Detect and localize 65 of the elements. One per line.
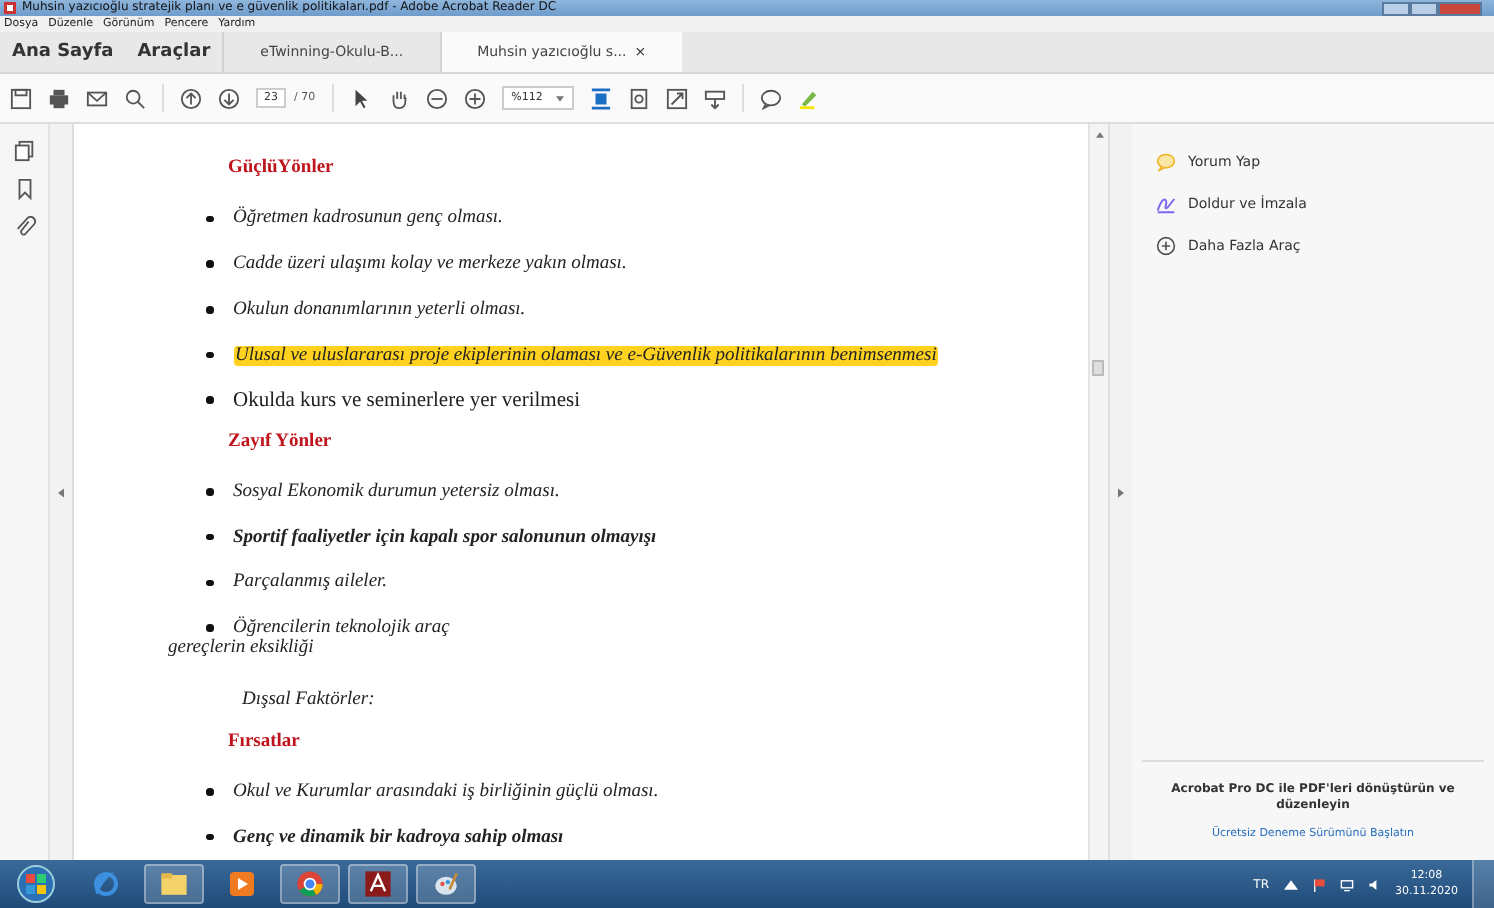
mail-icon[interactable] (86, 87, 108, 109)
comment-icon[interactable] (760, 87, 783, 109)
full-screen-icon[interactable] (666, 87, 689, 109)
minimize-button[interactable] (1382, 1, 1410, 15)
paragraph-text: Dışsal Faktörler: (242, 688, 377, 715)
bullet-icon (206, 788, 213, 796)
print-icon[interactable] (48, 87, 70, 109)
pdf-icon (4, 2, 16, 14)
list-item-text: Sportif faaliyetler için kapalı spor salonunun olmayışı (233, 527, 657, 548)
speaker-icon[interactable] (1367, 877, 1381, 891)
bullet-icon (206, 215, 213, 223)
arrow-up-circle-icon[interactable] (180, 87, 202, 109)
tab[interactable]: Araçlar (125, 32, 223, 72)
save-icon[interactable] (10, 87, 32, 109)
pages-icon[interactable] (13, 140, 35, 162)
list-item-text: Okul ve Kurumlar arasındaki iş birliğinin güçlü olması. (233, 781, 659, 802)
list-item-text: gereçlerin eksikliği (168, 638, 314, 662)
plus-circle-icon (1156, 236, 1176, 256)
arrow-down-circle-icon[interactable] (218, 87, 240, 109)
tab[interactable]: Ana Sayfa (0, 32, 126, 72)
chrome-icon[interactable] (280, 864, 340, 904)
list-item-text: Parçalanmış aileler. (233, 572, 388, 593)
expand-right-icon[interactable] (1118, 487, 1124, 497)
maximize-button[interactable] (1410, 1, 1438, 15)
start-button[interactable] (16, 864, 56, 904)
section-heading: Zayıf Yönler (228, 430, 334, 457)
list-item-text: Genç ve dinamik bir kadroya sahip olması (233, 827, 564, 848)
bullet-icon (206, 488, 213, 496)
list-item-text: Öğrencilerin teknolojik araç (233, 618, 450, 639)
network-icon[interactable] (1339, 877, 1353, 891)
bullet-icon (206, 833, 213, 841)
bullet-icon (206, 260, 213, 268)
section-heading: GüçlüYönler (228, 156, 336, 183)
list-item-text: Okulun donanımlarının yeterli olması. (233, 299, 526, 320)
scroll-up-icon[interactable] (1095, 132, 1103, 138)
collapse-left-icon[interactable] (58, 487, 64, 497)
fit-page-icon[interactable] (590, 87, 613, 109)
speech-bubble-icon (1156, 152, 1176, 172)
bullet-icon (206, 306, 213, 314)
zoom-out-icon[interactable] (425, 87, 448, 109)
list-item-text: Sosyal Ekonomik durumun yetersiz olması. (233, 481, 560, 502)
bullet-icon (206, 624, 213, 632)
tray-arrow-icon[interactable] (1283, 877, 1297, 891)
list-item-text: Ulusal ve uluslararası proje ekiplerinin olaması ve e-Güvenlik politikalarının benimsenmesi (233, 345, 939, 365)
bullet-icon (206, 579, 213, 587)
paperclip-icon[interactable] (13, 216, 35, 238)
folder-icon[interactable] (144, 864, 204, 904)
caret-icon (556, 95, 565, 101)
pen-signature-icon (1156, 194, 1176, 214)
paint-palette-icon[interactable] (416, 864, 476, 904)
bullet-icon (206, 396, 213, 404)
scrollbar-thumb[interactable] (1092, 360, 1104, 376)
search-icon[interactable] (124, 87, 146, 109)
list-item-text: Okulda kurs ve seminerlere yer verilmesi (233, 389, 580, 412)
zoom-in-icon[interactable] (463, 87, 486, 109)
bookmark-icon[interactable] (13, 178, 35, 200)
list-item-text: Öğretmen kadrosunun genç olması. (233, 208, 503, 229)
bullet-icon (206, 351, 213, 359)
acrobat-icon[interactable] (348, 864, 408, 904)
rotate-page-icon[interactable] (628, 87, 651, 109)
section-heading: Fırsatlar (228, 730, 302, 757)
hand-icon[interactable] (387, 87, 410, 109)
flag-icon[interactable] (1311, 877, 1325, 891)
list-item-text: Cadde üzeri ulaşımı kolay ve merkeze yakın olması. (233, 254, 627, 275)
bullet-icon (206, 533, 213, 541)
